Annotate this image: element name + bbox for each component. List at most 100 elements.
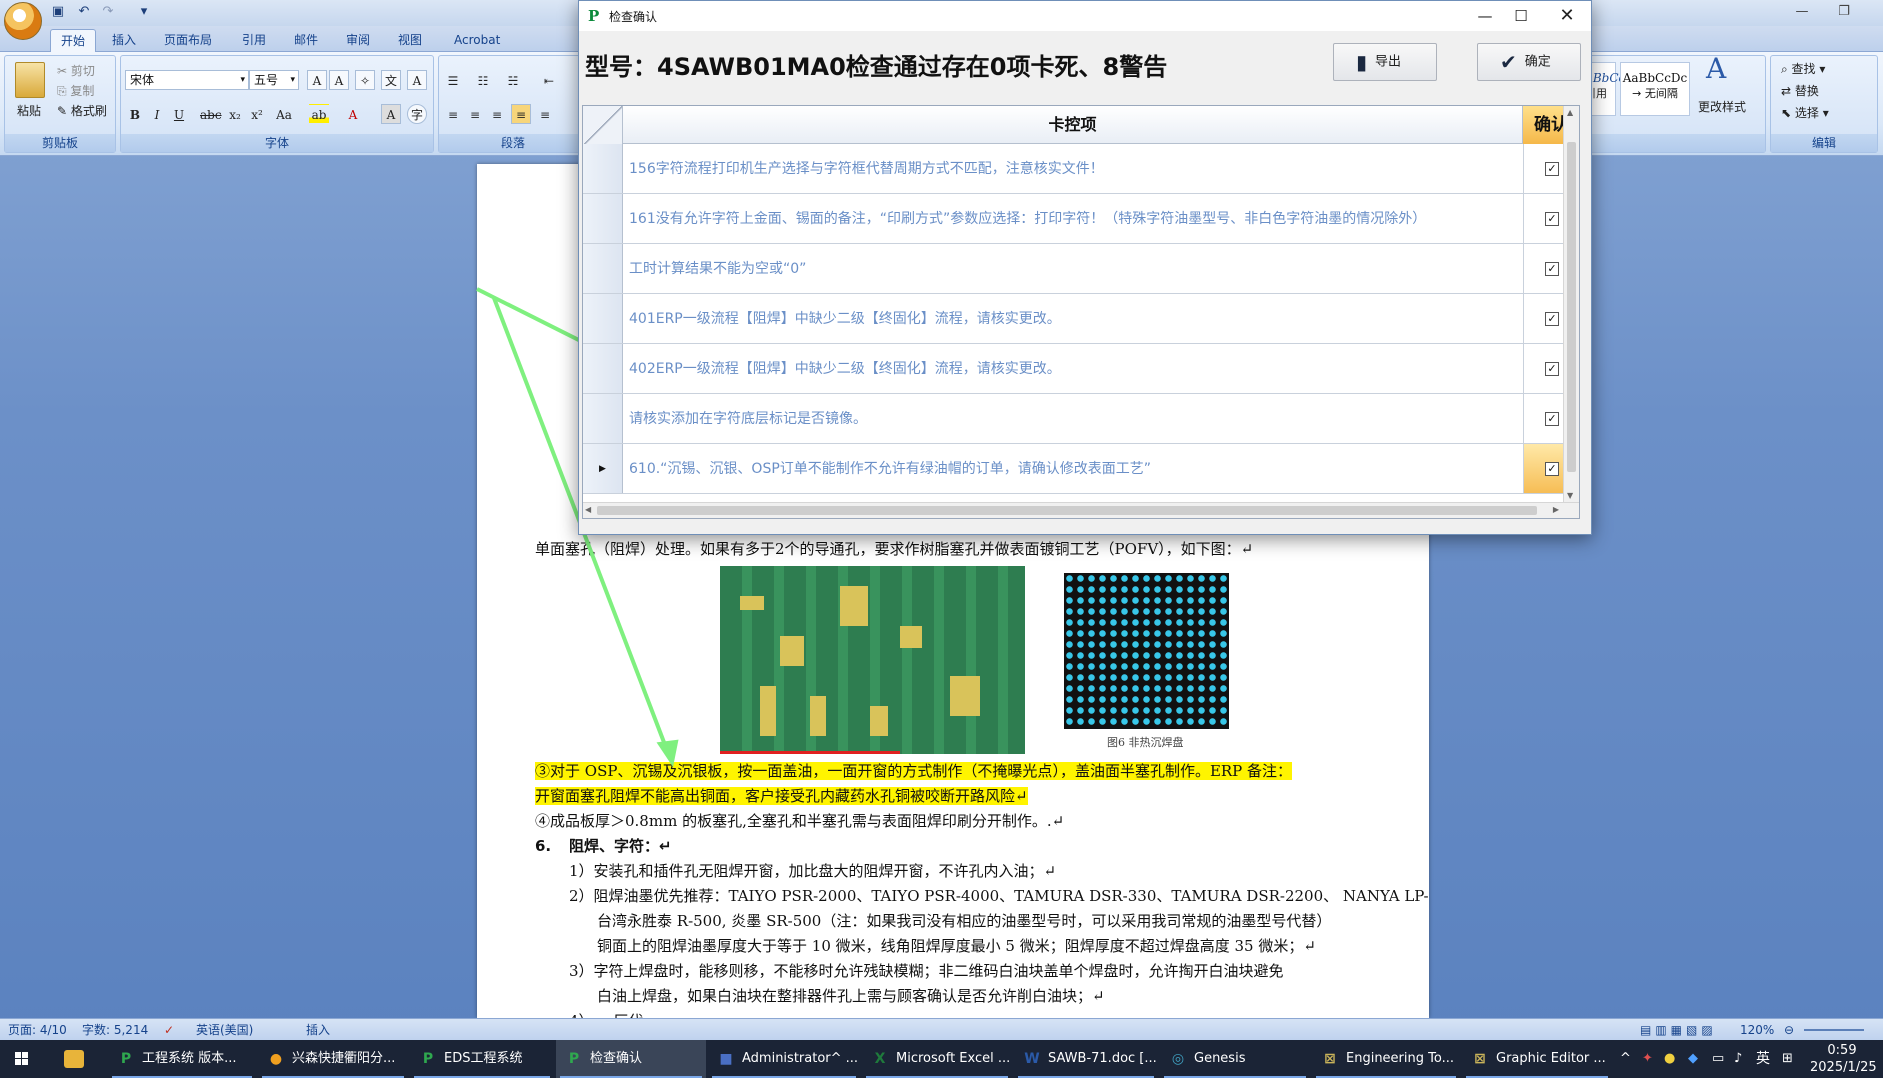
row-header[interactable] [583, 194, 623, 243]
confirm-checkbox[interactable]: ✓ [1545, 312, 1559, 326]
clear-format-icon[interactable]: ✧ [355, 70, 375, 90]
paste-icon[interactable] [15, 62, 45, 98]
page-count[interactable]: 页面: 4/10 [8, 1022, 67, 1038]
confirm-checkbox[interactable]: ✓ [1545, 362, 1559, 376]
confirm-checkbox[interactable]: ✓ [1545, 412, 1559, 426]
zoom-level[interactable]: 120% [1740, 1022, 1774, 1038]
tray-app-icon[interactable]: ✦ [1642, 1040, 1653, 1078]
replace-button[interactable]: ⇄ 替换 [1781, 82, 1819, 100]
row-header[interactable]: ▶ [583, 444, 623, 493]
table-row[interactable]: 161没有允许字符上金面、锡面的备注，“印刷方式”参数应选择：打印字符！（特殊字… [583, 194, 1579, 244]
format-painter-button[interactable]: ✎ 格式刷 [57, 102, 107, 120]
hscroll-thumb[interactable] [597, 506, 1537, 515]
minimize-icon[interactable]: — [1465, 5, 1505, 27]
tray-chevron-icon[interactable]: ^ [1620, 1040, 1631, 1078]
font-color-icon[interactable]: A [343, 104, 363, 124]
bold-icon[interactable]: B [125, 104, 145, 124]
row-header[interactable] [583, 394, 623, 443]
row-header[interactable] [583, 244, 623, 293]
taskbar-item[interactable]: ⊠ Engineering To... [1312, 1040, 1460, 1078]
confirm-checkbox[interactable]: ✓ [1545, 262, 1559, 276]
table-row[interactable]: 402ERP一级流程【阻焊】中缺少二级【终固化】流程，请核实更改。 ✓ [583, 344, 1579, 394]
row-header[interactable] [583, 344, 623, 393]
view-buttons[interactable]: ▤▥▦▧▨ [1640, 1022, 1717, 1038]
col-header-item[interactable]: 卡控项 [623, 106, 1523, 144]
align-center-icon[interactable]: ≡ [465, 104, 485, 124]
maximize-icon[interactable]: ☐ [1501, 5, 1541, 27]
confirm-button[interactable]: ✔ 确定 [1477, 43, 1581, 81]
file-explorer-button[interactable]: ▬ [52, 1040, 96, 1078]
tray-app-icon[interactable]: ◆ [1688, 1040, 1698, 1078]
ime-mode-icon[interactable]: ⊞ [1782, 1040, 1793, 1078]
qat-dropdown-icon[interactable]: ▾ [136, 4, 152, 20]
table-row[interactable]: ▶ 610.“沉锡、沉银、OSP订单不能制作不允许有绿油帽的订单，请确认修改表面工… [583, 444, 1579, 494]
table-row[interactable]: 156字符流程打印机生产选择与字符框代替周期方式不匹配，注意核实文件！ ✓ [583, 144, 1579, 194]
select-all-corner[interactable] [583, 106, 623, 144]
export-button[interactable]: ▮ 导出 [1333, 43, 1437, 81]
distribute-icon[interactable]: ≡ [535, 104, 555, 124]
tab-view[interactable]: 视图 [388, 29, 432, 52]
bullets-icon[interactable]: ☰ [443, 70, 463, 90]
taskbar-item[interactable]: ◎ Genesis [1160, 1040, 1310, 1078]
dialog-titlebar[interactable]: P 检查确认 — ☐ ✕ [579, 1, 1591, 31]
scroll-thumb[interactable] [1567, 142, 1576, 472]
horizontal-scrollbar[interactable]: ◀ ▶ [583, 502, 1579, 518]
start-button[interactable] [0, 1040, 44, 1078]
proofing-icon[interactable]: ✓ [164, 1022, 174, 1038]
undo-icon[interactable]: ↶ [76, 4, 92, 20]
confirm-checkbox[interactable]: ✓ [1545, 462, 1559, 476]
redo-icon[interactable]: ↷ [100, 4, 116, 20]
confirm-checkbox[interactable]: ✓ [1545, 212, 1559, 226]
shrink-font-icon[interactable]: A [329, 70, 349, 90]
tab-references[interactable]: 引用 [232, 29, 276, 52]
table-row[interactable]: 工时计算结果不能为空或“0” ✓ [583, 244, 1579, 294]
restore-icon[interactable]: ❐ [1830, 2, 1858, 22]
change-styles-icon[interactable]: A [1706, 55, 1726, 83]
multilevel-icon[interactable]: ☵ [503, 70, 523, 90]
font-size-combo[interactable]: 五号 ▾ [249, 70, 299, 90]
subscript-icon[interactable]: x₂ [225, 104, 245, 124]
copy-button[interactable]: ⎘ 复制 [57, 82, 94, 100]
font-name-combo[interactable]: 宋体 ▾ [125, 70, 249, 90]
align-right-icon[interactable]: ≡ [487, 104, 507, 124]
taskbar-item[interactable]: X Microsoft Excel ... [862, 1040, 1012, 1078]
network-icon[interactable]: ▭ [1712, 1040, 1724, 1078]
tab-review[interactable]: 审阅 [336, 29, 380, 52]
taskbar-item[interactable]: ⊠ Graphic Editor ... [1462, 1040, 1612, 1078]
find-button[interactable]: ⌕ 查找 ▾ [1781, 60, 1825, 78]
clock[interactable]: 0:59 2025/1/25 [1810, 1040, 1877, 1078]
highlight-icon[interactable]: ab [309, 104, 329, 124]
decrease-indent-icon[interactable]: ⇤ [539, 70, 559, 90]
superscript-icon[interactable]: x² [247, 104, 267, 124]
align-left-icon[interactable]: ≡ [443, 104, 463, 124]
ime-indicator[interactable]: 英 [1756, 1040, 1770, 1078]
row-header[interactable] [583, 144, 623, 193]
paste-button[interactable]: 粘贴 [17, 102, 41, 120]
taskbar-item[interactable]: P EDS工程系统 [410, 1040, 554, 1078]
word-count[interactable]: 字数: 5,214 [82, 1022, 148, 1038]
cut-button[interactable]: ✂ 剪切 [57, 62, 95, 80]
scroll-right-icon[interactable]: ▶ [1553, 505, 1559, 514]
confirm-checkbox[interactable]: ✓ [1545, 162, 1559, 176]
save-icon[interactable]: ▣ [50, 4, 66, 20]
change-case-icon[interactable]: Aa [271, 104, 297, 124]
change-styles-button[interactable]: 更改样式 [1698, 98, 1746, 116]
justify-icon[interactable]: ≡ [511, 104, 531, 124]
style-no-spacing[interactable]: AaBbCcDc → 无间隔 [1620, 62, 1690, 116]
table-row[interactable]: 401ERP一级流程【阻焊】中缺少二级【终固化】流程，请核实更改。 ✓ [583, 294, 1579, 344]
scroll-left-icon[interactable]: ◀ [585, 505, 591, 514]
grow-font-icon[interactable]: A [307, 70, 327, 90]
numbering-icon[interactable]: ☷ [473, 70, 493, 90]
tab-insert[interactable]: 插入 [102, 29, 146, 52]
strikethrough-icon[interactable]: abc [199, 104, 222, 124]
tab-home[interactable]: 开始 [50, 29, 97, 52]
tab-acrobat[interactable]: Acrobat [444, 29, 510, 52]
minimize-icon[interactable]: — [1788, 2, 1816, 22]
enclosed-char-icon[interactable]: 字 [407, 104, 427, 124]
volume-icon[interactable]: ♪ [1734, 1040, 1742, 1078]
italic-icon[interactable]: I [147, 104, 167, 124]
language[interactable]: 英语(美国) [196, 1022, 253, 1038]
scroll-up-icon[interactable]: ▲ [1567, 108, 1573, 117]
insert-mode[interactable]: 插入 [306, 1022, 330, 1038]
close-icon[interactable]: ✕ [1547, 5, 1587, 27]
